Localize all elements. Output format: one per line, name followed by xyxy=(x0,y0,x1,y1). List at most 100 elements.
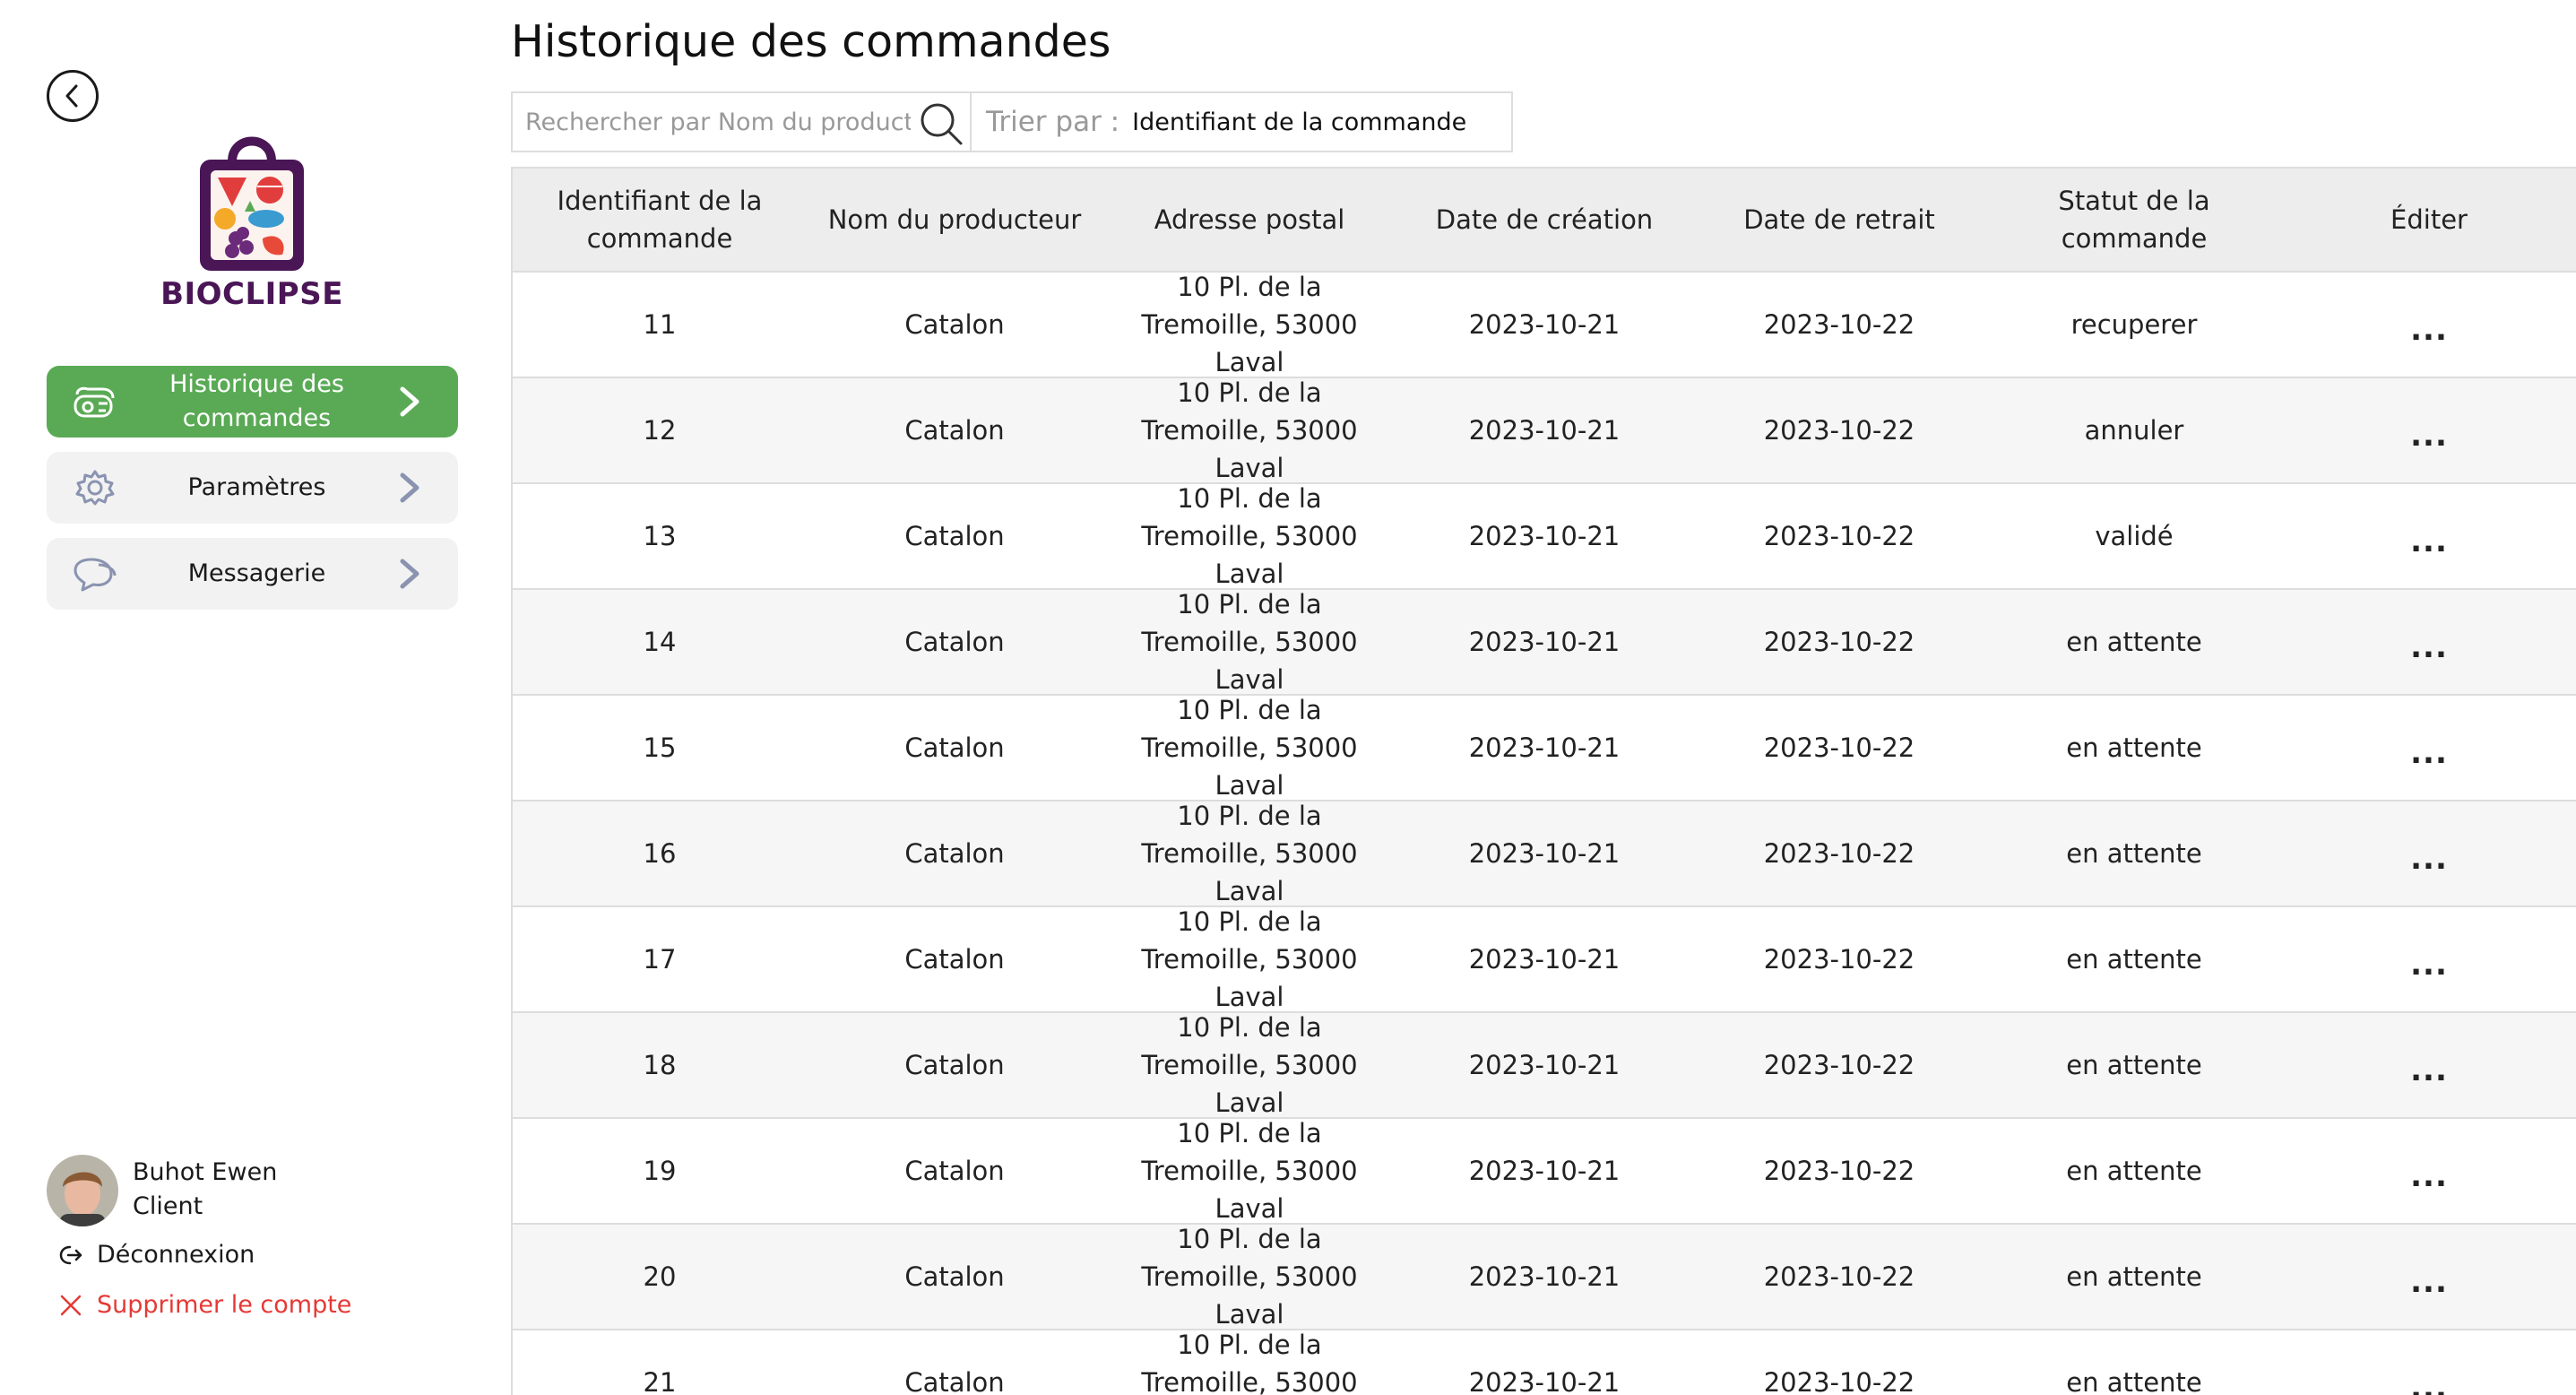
edit-menu-button[interactable]: ... xyxy=(2282,1119,2576,1223)
created-date-cell: 2023-10-21 xyxy=(1468,309,1621,340)
address-cell: 10 Pl. de la Tremoille, 53000 Laval xyxy=(1141,1118,1358,1224)
edit-menu-button[interactable]: ... xyxy=(2282,1330,2576,1395)
pickup-date-cell: 2023-10-22 xyxy=(1763,1050,1915,1080)
column-header-producer[interactable]: Nom du producteur xyxy=(807,169,1102,271)
producer-cell: Catalon xyxy=(904,521,1005,551)
sidebar-item-messaging[interactable]: Messagerie xyxy=(47,538,458,610)
user-avatar-image xyxy=(47,1155,118,1226)
chat-icon xyxy=(73,558,117,592)
sidebar-item-label: Paramètres xyxy=(187,473,326,501)
table-row[interactable]: 19 Catalon 10 Pl. de la Tremoille, 53000 L… xyxy=(513,1118,2576,1225)
table-row[interactable]: 16 Catalon 10 Pl. de la Tremoille, 53000 L… xyxy=(513,801,2576,907)
edit-menu-button[interactable]: ... xyxy=(2282,273,2576,377)
shopping-bag-logo-icon xyxy=(200,136,304,271)
order-id-cell: 11 xyxy=(643,309,677,340)
address-cell: 10 Pl. de la Tremoille, 53000 Laval xyxy=(1141,483,1358,589)
address-cell: 10 Pl. de la Tremoille, 53000 Laval xyxy=(1141,695,1358,801)
address-cell: 10 Pl. de la Tremoille, 53000 Laval xyxy=(1141,906,1358,1012)
sort-select[interactable]: Identifiant de la commande xyxy=(1132,108,1466,136)
order-id-cell: 19 xyxy=(643,1156,677,1186)
column-header-pickup[interactable]: Date de retrait xyxy=(1692,169,1986,271)
brand-name: BIOCLIPSE xyxy=(160,276,343,312)
created-date-cell: 2023-10-21 xyxy=(1468,1367,1621,1395)
pickup-date-cell: 2023-10-22 xyxy=(1763,732,1915,763)
column-header-address[interactable]: Adresse postal xyxy=(1102,169,1396,271)
producer-cell: Catalon xyxy=(904,1156,1005,1186)
producer-cell: Catalon xyxy=(904,309,1005,340)
logout-button[interactable]: Déconnexion xyxy=(57,1241,255,1269)
pickup-date-cell: 2023-10-22 xyxy=(1763,521,1915,551)
avatar[interactable] xyxy=(47,1155,118,1226)
table-row[interactable]: 12 Catalon 10 Pl. de la Tremoille, 53000 L… xyxy=(513,377,2576,484)
edit-menu-button[interactable]: ... xyxy=(2282,590,2576,694)
edit-menu-button[interactable]: ... xyxy=(2282,907,2576,1011)
table-row[interactable]: 17 Catalon 10 Pl. de la Tremoille, 53000 L… xyxy=(513,906,2576,1013)
table-row[interactable]: 15 Catalon 10 Pl. de la Tremoille, 53000 L… xyxy=(513,695,2576,801)
chevron-right-icon xyxy=(400,386,419,417)
edit-menu-button[interactable]: ... xyxy=(2282,801,2576,905)
sidebar-item-label: Historique des commandes xyxy=(169,370,344,432)
back-button[interactable] xyxy=(47,70,99,122)
producer-cell: Catalon xyxy=(904,627,1005,657)
order-id-cell: 14 xyxy=(643,627,677,657)
search-box xyxy=(513,93,972,151)
search-input[interactable] xyxy=(525,102,911,142)
order-id-cell: 20 xyxy=(643,1261,677,1292)
pickup-date-cell: 2023-10-22 xyxy=(1763,944,1915,975)
producer-cell: Catalon xyxy=(904,838,1005,869)
address-cell: 10 Pl. de la Tremoille, 53000 Laval xyxy=(1141,377,1358,483)
gear-icon xyxy=(75,470,115,506)
sort-label: Trier par : xyxy=(986,106,1120,138)
created-date-cell: 2023-10-21 xyxy=(1468,415,1621,446)
logout-label: Déconnexion xyxy=(97,1241,255,1269)
table-row[interactable]: 14 Catalon 10 Pl. de la Tremoille, 53000 L… xyxy=(513,589,2576,696)
status-cell: en attente xyxy=(2066,944,2202,975)
column-header-edit: Éditer xyxy=(2390,204,2468,235)
table-row[interactable]: 18 Catalon 10 Pl. de la Tremoille, 53000 L… xyxy=(513,1012,2576,1119)
created-date-cell: 2023-10-21 xyxy=(1468,732,1621,763)
search-icon[interactable] xyxy=(918,100,964,147)
edit-menu-button[interactable]: ... xyxy=(2282,378,2576,482)
user-name: Buhot Ewen xyxy=(133,1158,278,1186)
column-header-status[interactable]: Statut de la commande xyxy=(1986,169,2282,271)
orders-table: Identifiant de la commande Nom du produc… xyxy=(511,167,2576,1395)
close-icon xyxy=(60,1295,82,1315)
table-toolbar: Trier par : Identifiant de la commande xyxy=(511,91,1513,152)
created-date-cell: 2023-10-21 xyxy=(1468,1050,1621,1080)
sidebar-item-order-history[interactable]: Historique des commandes xyxy=(47,366,458,438)
column-header-created[interactable]: Date de création xyxy=(1396,169,1692,271)
edit-menu-button[interactable]: ... xyxy=(2282,1225,2576,1329)
table-row[interactable]: 11 Catalon 10 Pl. de la Tremoille, 53000 L… xyxy=(513,272,2576,378)
address-cell: 10 Pl. de la Tremoille, 53000 Laval xyxy=(1141,1012,1358,1118)
edit-menu-button[interactable]: ... xyxy=(2282,696,2576,800)
chevron-left-icon xyxy=(65,84,78,108)
producer-cell: Catalon xyxy=(904,415,1005,446)
created-date-cell: 2023-10-21 xyxy=(1468,521,1621,551)
status-cell: en attente xyxy=(2066,732,2202,763)
address-cell: 10 Pl. de la Tremoille, 53000 Laval xyxy=(1141,272,1358,377)
created-date-cell: 2023-10-21 xyxy=(1468,1156,1621,1186)
address-cell: 10 Pl. de la Tremoille, 53000 Laval xyxy=(1141,1224,1358,1330)
pickup-date-cell: 2023-10-22 xyxy=(1763,1156,1915,1186)
table-header-row: Identifiant de la commande Nom du produc… xyxy=(513,167,2576,273)
edit-menu-button[interactable]: ... xyxy=(2282,484,2576,588)
edit-menu-button[interactable]: ... xyxy=(2282,1013,2576,1117)
status-cell: en attente xyxy=(2066,627,2202,657)
created-date-cell: 2023-10-21 xyxy=(1468,838,1621,869)
sidebar-nav: Historique des commandes Paramètres Mess… xyxy=(47,366,458,624)
order-id-cell: 16 xyxy=(643,838,677,869)
chevron-right-icon xyxy=(400,559,419,589)
delete-account-button[interactable]: Supprimer le compte xyxy=(57,1291,351,1319)
column-header-id[interactable]: Identifiant de la commande xyxy=(513,169,807,271)
created-date-cell: 2023-10-21 xyxy=(1468,944,1621,975)
producer-cell: Catalon xyxy=(904,732,1005,763)
created-date-cell: 2023-10-21 xyxy=(1468,627,1621,657)
table-body: 11 Catalon 10 Pl. de la Tremoille, 53000 L… xyxy=(513,272,2576,1395)
table-row[interactable]: 13 Catalon 10 Pl. de la Tremoille, 53000 L… xyxy=(513,483,2576,590)
table-row[interactable]: 21 Catalon 10 Pl. de la Tremoille, 53000 L… xyxy=(513,1330,2576,1395)
pickup-date-cell: 2023-10-22 xyxy=(1763,415,1915,446)
status-cell: en attente xyxy=(2066,838,2202,869)
sidebar-item-settings[interactable]: Paramètres xyxy=(47,452,458,524)
order-id-cell: 21 xyxy=(643,1367,677,1395)
table-row[interactable]: 20 Catalon 10 Pl. de la Tremoille, 53000 L… xyxy=(513,1224,2576,1330)
